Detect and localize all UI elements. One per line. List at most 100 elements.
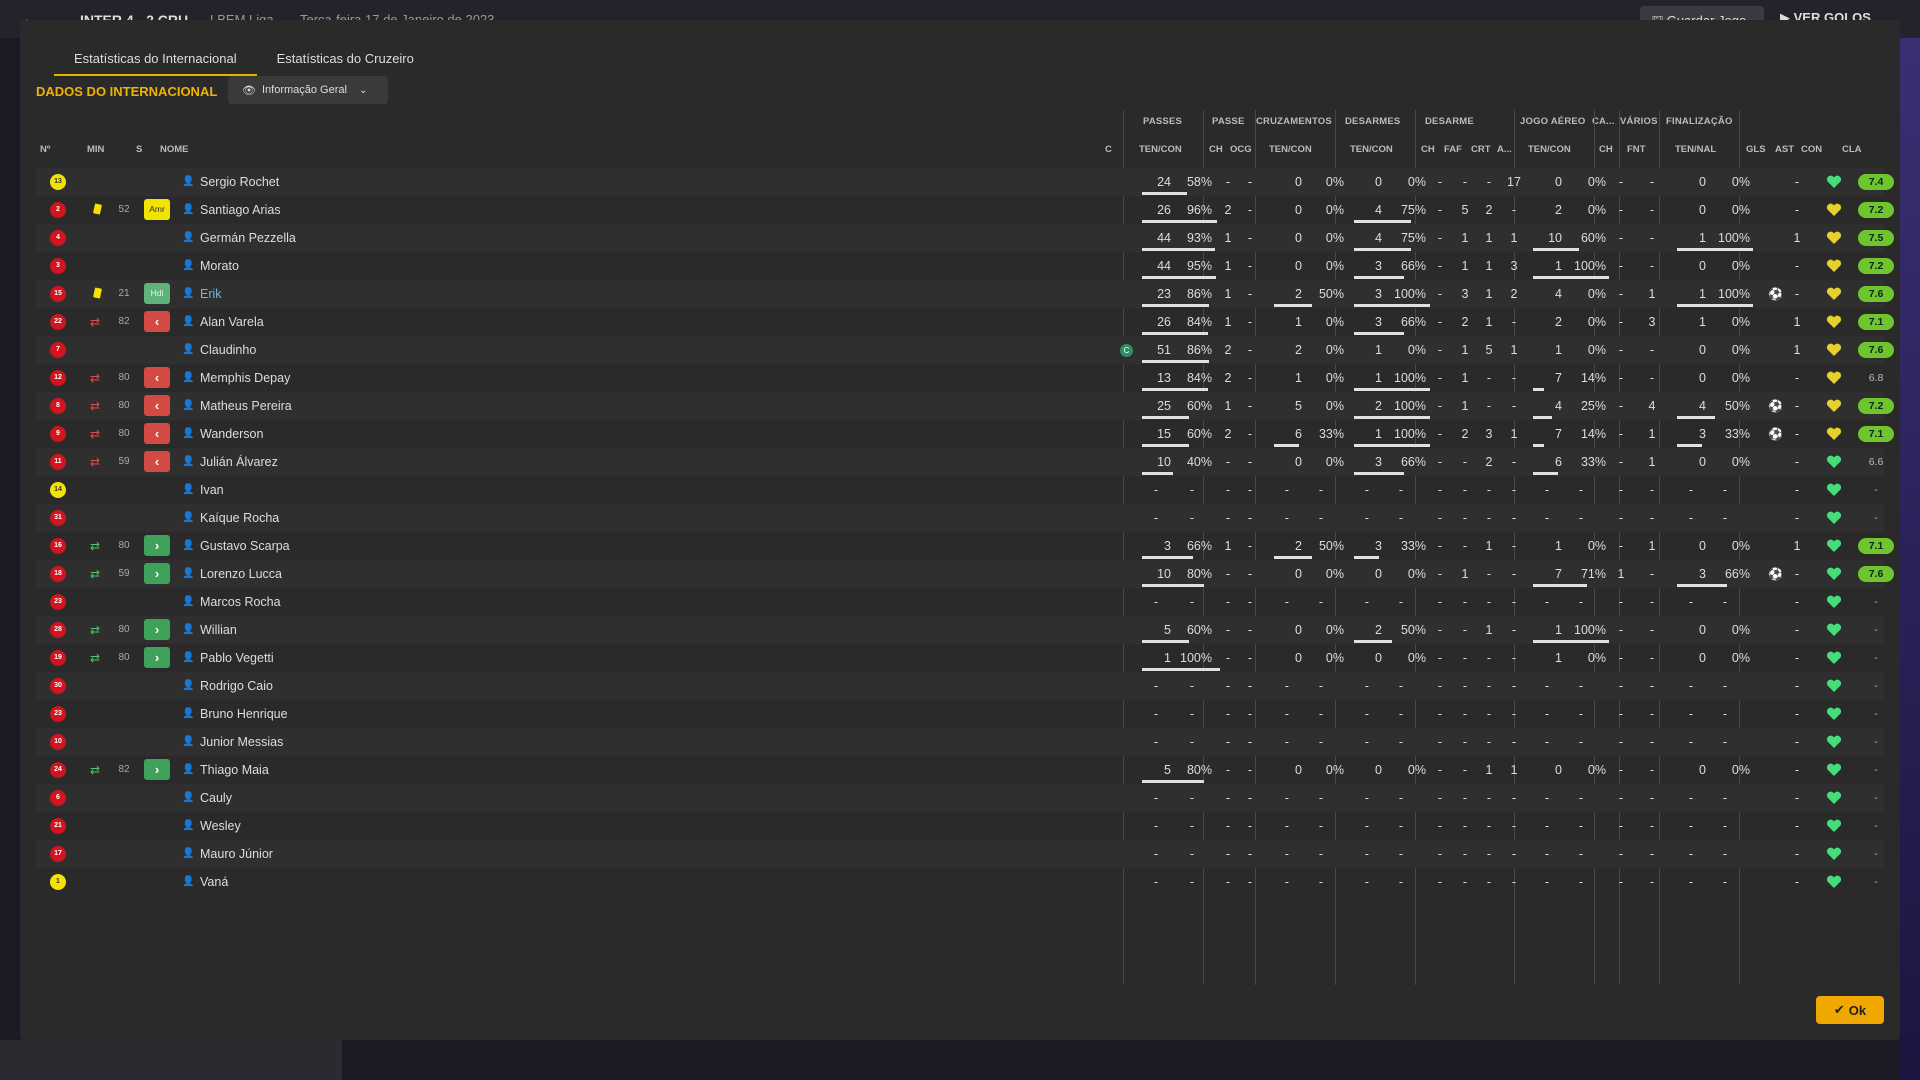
col-aer-tc[interactable]: TEN/CON <box>1528 144 1571 155</box>
stat-cell: - <box>1284 819 1290 833</box>
stat-cell: - <box>1688 679 1694 693</box>
col-s[interactable]: S <box>136 144 142 155</box>
stat-fp: 0% <box>1731 175 1750 189</box>
table-row[interactable]: 28 ⇄ 80 › 👤 Willian 5 60% - -0 0% 2 50% - -1-1 100% - -0 0… <box>36 616 1884 644</box>
stat-fnt: 3 <box>1648 315 1656 329</box>
stat-bar <box>1533 276 1609 279</box>
player-name[interactable]: Erik <box>200 280 222 308</box>
table-row[interactable]: 16 ⇄ 80 › 👤 Gustavo Scarpa 3 66% 1-2 50% 3 33% - -1-1… <box>36 532 1894 560</box>
col-a[interactable]: A... <box>1497 144 1512 155</box>
col-nome[interactable]: NOME <box>160 144 189 155</box>
player-name[interactable]: Claudinho <box>200 336 256 364</box>
stat-ast: - <box>1794 567 1800 581</box>
stat-crt: 1 <box>1485 623 1493 637</box>
col-gls[interactable]: GLS <box>1746 144 1766 155</box>
player-name[interactable]: Memphis Depay <box>200 364 290 392</box>
table-row[interactable]: 11 ⇄ 59 ‹ 👤 Julián Álvarez 10 40% - -0 0% 3 66% - -2-6… <box>36 448 1884 476</box>
player-name[interactable]: Vaná <box>200 868 228 896</box>
player-name[interactable]: Julián Álvarez <box>200 448 278 476</box>
player-name[interactable]: Santiago Arias <box>200 196 281 224</box>
table-row[interactable]: 13 👤 Sergio Rochet 24 58% - -0 0% 0 0% - - -17 0 0% - -0… <box>36 168 1894 196</box>
col-passes-tc[interactable]: TEN/CON <box>1139 144 1182 155</box>
stat-cell: - <box>1225 679 1231 693</box>
col-fnt[interactable]: FNT <box>1627 144 1645 155</box>
stat-fnt: - <box>1649 175 1655 189</box>
table-row[interactable]: 18 ⇄ 59 › 👤 Lorenzo Lucca 10 80% - -0 0% 0 0% -1- -7 71… <box>36 560 1894 588</box>
col-min[interactable]: MIN <box>87 144 104 155</box>
table-row[interactable]: 8 ⇄ 80 ‹ 👤 Matheus Pereira 25 60% 1-5 0% 2 100% -1- -… <box>36 392 1894 420</box>
player-name[interactable]: Wesley <box>200 812 241 840</box>
player-name[interactable]: Germán Pezzella <box>200 224 296 252</box>
player-name[interactable]: Kaíque Rocha <box>200 504 279 532</box>
player-name[interactable]: Morato <box>200 252 239 280</box>
col-ast[interactable]: AST <box>1775 144 1794 155</box>
tab-home-stats[interactable]: Estatísticas do Internacional <box>54 46 257 76</box>
tab-away-stats[interactable]: Estatísticas do Cruzeiro <box>257 46 434 76</box>
shirt-number: 2 <box>50 202 66 218</box>
table-row[interactable]: 3 👤 Morato 44 95% 1-0 0% 3 66% -1 1 3 1 100% - -0 0% -7.2 <box>36 252 1894 280</box>
col-ch[interactable]: CH <box>1209 144 1223 155</box>
player-name[interactable]: Lorenzo Lucca <box>200 560 282 588</box>
player-name[interactable]: Willian <box>200 616 237 644</box>
table-row[interactable]: 15 21 Hdl 👤 Erik 23 86% 1-2 50% 3 100% -3 1 2 4 0% -1 1 10… <box>36 280 1894 308</box>
player-name[interactable]: Cauly <box>200 784 232 812</box>
col-c[interactable]: C <box>1105 144 1112 155</box>
player-name[interactable]: Sergio Rochet <box>200 168 279 196</box>
player-name[interactable]: Mauro Júnior <box>200 840 273 868</box>
shirt-number: 10 <box>50 734 66 750</box>
player-name[interactable]: Marcos Rocha <box>200 588 281 616</box>
player-name[interactable]: Rodrigo Caio <box>200 672 273 700</box>
table-row[interactable]: 4 👤 Germán Pezzella 44 93% 1-0 0% 4 75% -1 1 1 10 60%… <box>36 224 1894 252</box>
col-cla[interactable]: CLA <box>1842 144 1862 155</box>
table-row[interactable]: 1 👤 Vaná - - - - - - - - - - - - - - - - - - - - <box>36 868 1884 896</box>
table-row[interactable]: 23 👤 Bruno Henrique - - - - - - - - - - - - - - - - - - - - <box>36 700 1884 728</box>
table-row[interactable]: 2 52 Amr 👤 Santiago Arias 26 96% 2-0 0% 4 75% -5 2-2… <box>36 196 1894 224</box>
player-name[interactable]: Pablo Vegetti <box>200 644 274 672</box>
table-row[interactable]: 14 👤 Ivan - - - - - - - - - - - - - - - - - - - - <box>36 476 1884 504</box>
col-des-tc[interactable]: TEN/CON <box>1350 144 1393 155</box>
minutes: 80 <box>118 624 130 635</box>
table-row[interactable]: 10 👤 Junior Messias - - - - - - - - - - - - - - - - - - - - <box>36 728 1884 756</box>
stat-ft: 0 <box>1699 455 1706 469</box>
col-num[interactable]: Nº <box>40 144 50 155</box>
col-fin-tn[interactable]: TEN/NAL <box>1675 144 1716 155</box>
stat-ft: 0 <box>1699 539 1706 553</box>
col-des-ch[interactable]: CH <box>1421 144 1435 155</box>
table-row[interactable]: 24 ⇄ 82 › 👤 Thiago Maia 5 80% - -0 0% 0 0% - -1 1 0 0% - -0… <box>36 756 1884 784</box>
player-name[interactable]: Matheus Pereira <box>200 392 292 420</box>
player-name[interactable]: Bruno Henrique <box>200 700 288 728</box>
col-cruz-tc[interactable]: TEN/CON <box>1269 144 1312 155</box>
table-row[interactable]: 31 👤 Kaíque Rocha - - - - - - - - - - - - - - - - - - - - <box>36 504 1884 532</box>
table-row[interactable]: 7 👤 Claudinho C 51 86% 2-2 0% 1 0% -1 5 1 1 0% - -0 0% 1 7.… <box>36 336 1894 364</box>
ok-button[interactable]: ✔ Ok <box>1816 996 1884 1024</box>
table-row[interactable]: 22 ⇄ 82 ‹ 👤 Alan Varela 26 84% 1-1 0% 3 66% -2 1-2 0% -… <box>36 308 1894 336</box>
col-ocg[interactable]: OCG <box>1230 144 1252 155</box>
view-dropdown[interactable]: 👁 Informação Geral ⌄ <box>228 76 388 104</box>
stat-crt: - <box>1486 371 1492 385</box>
player-name[interactable]: Ivan <box>200 476 224 504</box>
player-name[interactable]: Junior Messias <box>200 728 283 756</box>
stat-fp: 0% <box>1731 539 1750 553</box>
table-row[interactable]: 19 ⇄ 80 › 👤 Pablo Vegetti 1 100% - -0 0% 0 0% - - - -1 0%… <box>36 644 1884 672</box>
stat-cell: - <box>1225 595 1231 609</box>
col-con[interactable]: CON <box>1801 144 1822 155</box>
table-row[interactable]: 30 👤 Rodrigo Caio - - - - - - - - - - - - - - - - - - - - <box>36 672 1884 700</box>
stat-bar <box>1354 640 1392 643</box>
table-row[interactable]: 17 👤 Mauro Júnior - - - - - - - - - - - - - - - - - - - - <box>36 840 1884 868</box>
player-name[interactable]: Gustavo Scarpa <box>200 532 290 560</box>
table-row[interactable]: 21 👤 Wesley - - - - - - - - - - - - - - - - - - - - <box>36 812 1884 840</box>
table-row[interactable]: 12 ⇄ 80 ‹ 👤 Memphis Depay 13 84% 2-1 0% 1 100% -1- -7… <box>36 364 1884 392</box>
col-crt[interactable]: CRT <box>1471 144 1491 155</box>
stat-bar <box>1354 248 1411 251</box>
player-rating: - <box>1874 512 1878 524</box>
player-name[interactable]: Thiago Maia <box>200 756 269 784</box>
col-ca-ch[interactable]: CH <box>1599 144 1613 155</box>
player-name[interactable]: Alan Varela <box>200 308 264 336</box>
col-faf[interactable]: FAF <box>1444 144 1462 155</box>
table-row[interactable]: 23 👤 Marcos Rocha - - - - - - - - - - - - - - - - - - - - <box>36 588 1884 616</box>
table-row[interactable]: 6 👤 Cauly - - - - - - - - - - - - - - - - - - - - <box>36 784 1884 812</box>
stat-crt: - <box>1486 399 1492 413</box>
sub-out-icon: ⇄ <box>90 399 101 413</box>
table-row[interactable]: 9 ⇄ 80 ‹ 👤 Wanderson 15 60% 2-6 33% 1 100% -2 3 1 7 14% -… <box>36 420 1894 448</box>
player-name[interactable]: Wanderson <box>200 420 263 448</box>
